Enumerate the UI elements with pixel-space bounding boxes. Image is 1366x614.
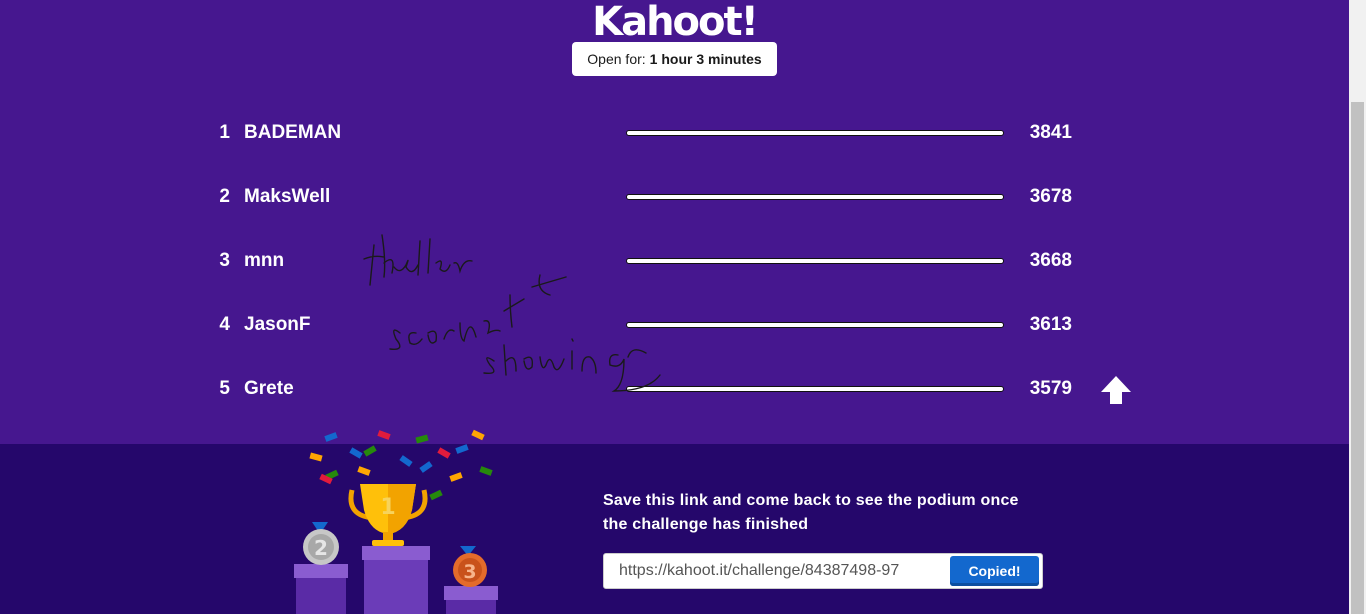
rank: 3: [219, 250, 230, 271]
scrollbar-thumb[interactable]: [1351, 102, 1364, 614]
arrow-up-icon: [1101, 376, 1131, 404]
score-bar: [626, 322, 1004, 328]
player-name: Grete: [244, 378, 294, 399]
leaderboard-row: 4 JasonF 3613: [200, 305, 1080, 345]
score: 3613: [1029, 314, 1072, 335]
score: 3579: [1029, 378, 1072, 399]
challenge-link-box: Copied!: [603, 553, 1043, 589]
bronze-medal-icon: 3: [453, 546, 487, 587]
svg-text:2: 2: [314, 536, 328, 560]
player-name: mnn: [244, 250, 285, 271]
rank: 2: [219, 186, 230, 207]
timer-value: 1 hour 3 minutes: [649, 51, 762, 67]
kahoot-logo: Kahoot!: [592, 0, 759, 45]
leaderboard-row: 5 Grete 3579: [200, 369, 1080, 409]
leaderboard-row: 3 mnn 3668: [200, 241, 1080, 281]
rank: 4: [219, 314, 230, 335]
silver-medal-icon: 2: [303, 522, 339, 565]
podium-illustration: 1 2 3: [294, 429, 498, 614]
leaderboard-row: 1 BADEMAN 3841: [200, 113, 1080, 153]
score-bar: [626, 130, 1004, 136]
player-name: MaksWell: [244, 186, 331, 207]
player-name: JasonF: [244, 314, 311, 335]
copy-link-button[interactable]: Copied!: [950, 556, 1039, 586]
score: 3841: [1029, 122, 1072, 143]
save-link-message: Save this link and come back to see the …: [603, 492, 1019, 533]
rank: 5: [219, 378, 230, 399]
score: 3668: [1029, 250, 1072, 271]
timer-label: Open for:: [587, 51, 646, 67]
page: Kahoot! Open for: 1 hour 3 minutes 1 BAD…: [0, 0, 1349, 614]
svg-text:1: 1: [380, 495, 395, 520]
open-for-badge: Open for: 1 hour 3 minutes: [572, 42, 777, 76]
score-bar: [626, 194, 1004, 200]
svg-text:3: 3: [463, 561, 476, 583]
player-name: BADEMAN: [244, 122, 342, 143]
score-bar: [626, 386, 1004, 392]
trophy-icon: 1: [348, 484, 428, 546]
score-bar: [626, 258, 1004, 264]
leaderboard-row: 2 MaksWell 3678: [200, 177, 1080, 217]
rank: 1: [219, 122, 230, 143]
score: 3678: [1029, 186, 1072, 207]
challenge-link-input[interactable]: [614, 554, 946, 588]
